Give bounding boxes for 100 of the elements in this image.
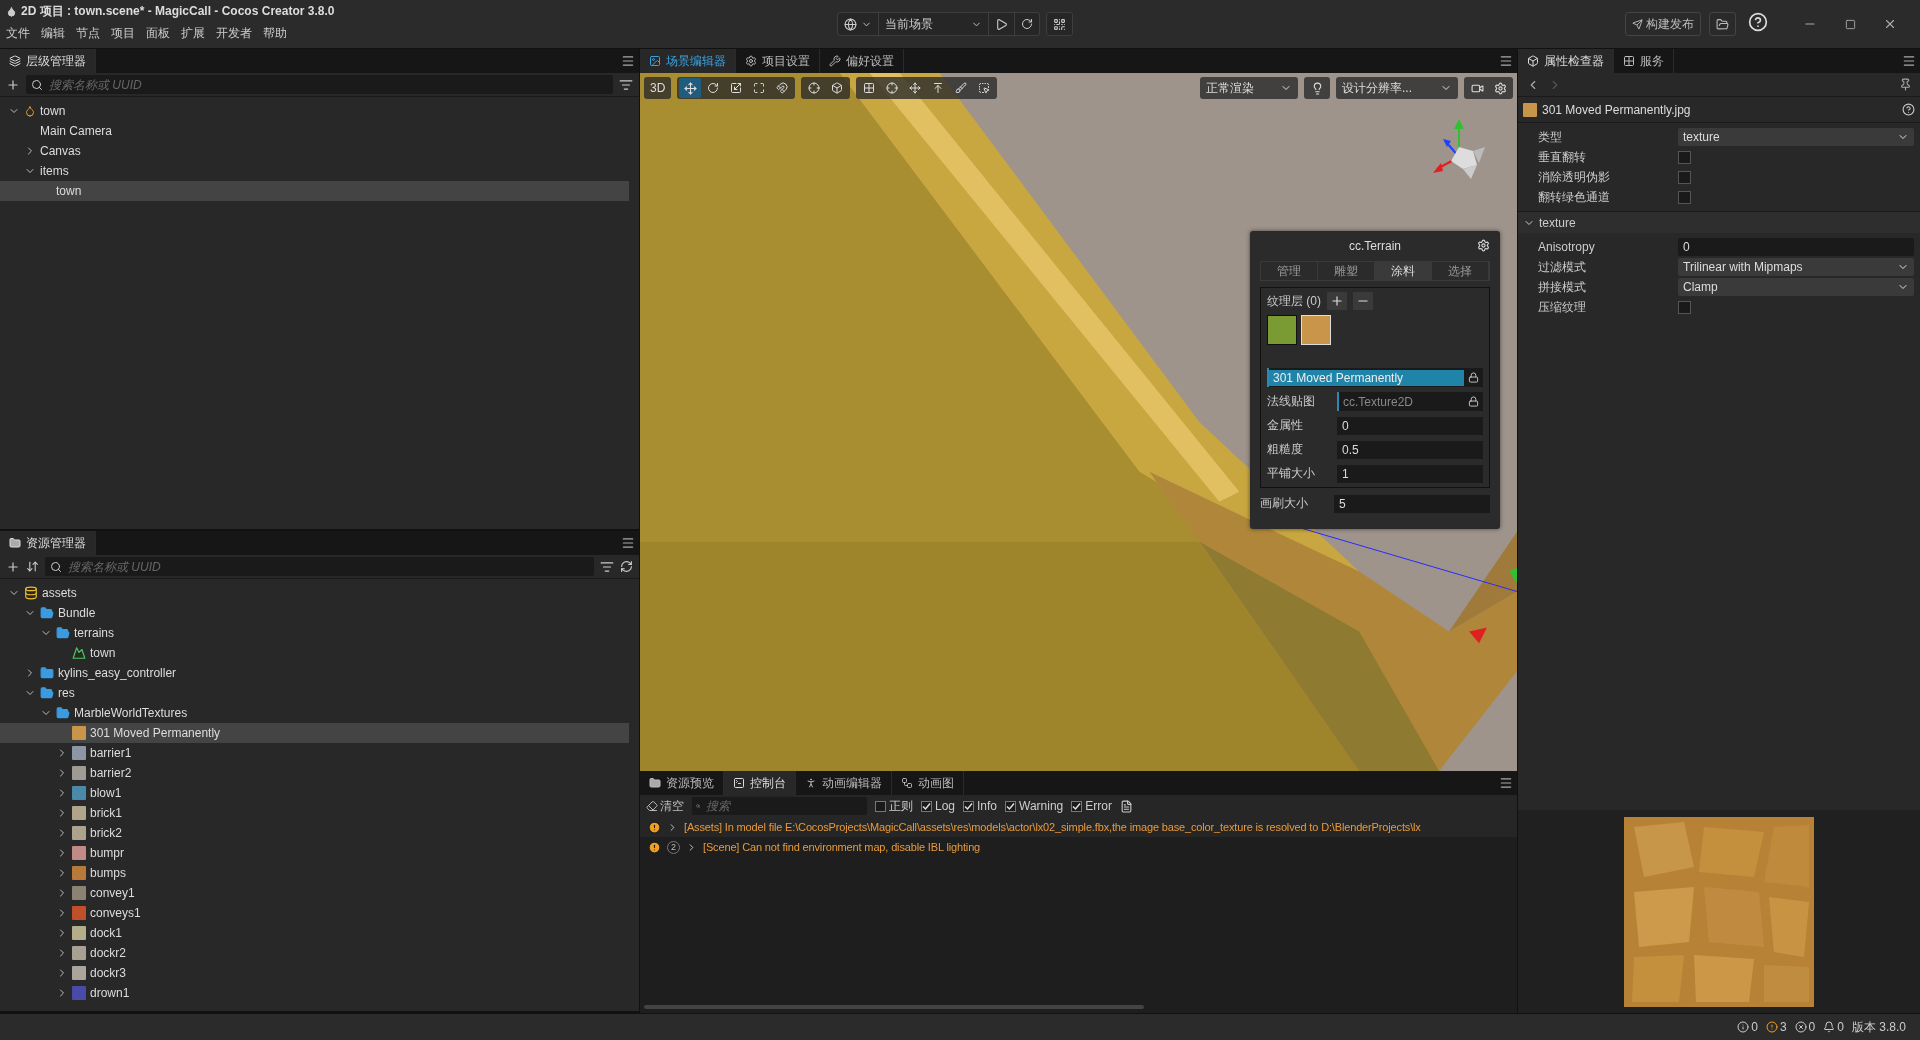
input-field[interactable]: 0.5 [1337,440,1483,459]
menu-item[interactable]: 开发者 [216,25,252,42]
terrain-tab[interactable]: 涂料 [1375,262,1432,280]
sort-icon[interactable] [619,77,633,92]
add-icon[interactable] [6,77,20,92]
panel-tab[interactable]: 控制台 [724,771,796,795]
checkbox[interactable] [1071,800,1083,812]
status-count[interactable]: 0 [1737,1020,1758,1034]
panel-tab[interactable]: 资源管理器 [0,531,96,555]
tree-item[interactable]: brick1 [0,803,629,823]
menu-icon [1499,776,1513,790]
tree-item[interactable]: bumps [0,863,629,883]
tree-item[interactable]: blow1 [0,783,629,803]
menu-item[interactable]: 编辑 [41,25,65,42]
tree-item[interactable]: town [0,181,629,201]
dropdown[interactable]: Clamp [1678,278,1914,296]
input-field[interactable]: 5 [1334,494,1490,513]
3d-toggle-button[interactable]: 3D [646,78,670,98]
menu-item[interactable]: 帮助 [263,25,287,42]
add-layer-button[interactable] [1327,292,1347,310]
status-count[interactable]: 0 [1823,1020,1844,1034]
tree-item[interactable]: res [0,683,629,703]
panel-tab[interactable]: 场景编辑器 [640,49,736,73]
tree-item[interactable]: town [0,101,629,121]
tree-item[interactable]: terrains [0,623,629,643]
log-file-icon[interactable] [1119,799,1133,813]
tree-item[interactable]: items [0,161,629,181]
property-label: 金属性 [1267,417,1304,434]
tree-item[interactable]: brick2 [0,823,629,843]
tree-item[interactable]: drown1 [0,983,629,1003]
tree-item[interactable]: 301 Moved Permanently [0,723,629,743]
brush-icon [955,82,968,94]
tree-item[interactable]: dock1 [0,923,629,943]
checkbox[interactable] [963,800,975,812]
qr-code-icon [1053,17,1066,31]
search-input[interactable]: 搜索 [704,798,863,814]
checkbox[interactable] [1678,170,1691,184]
database-icon [24,586,38,600]
checkbox[interactable] [1678,190,1691,204]
tree-item[interactable]: barrier1 [0,743,629,763]
input-field[interactable]: 0 [1337,416,1483,435]
render-mode-dropdown[interactable]: 正常渲染 [1202,78,1296,98]
tree-item[interactable]: MarbleWorldTextures [0,703,629,723]
wrench-icon [829,55,841,67]
checkbox[interactable] [1678,300,1691,314]
menu-item[interactable]: 扩展 [181,25,205,42]
tree-item[interactable]: conveys1 [0,903,629,923]
panel-tab[interactable]: 层级管理器 [0,49,96,73]
layers-label: 纹理层 (0) [1267,292,1321,310]
search-field[interactable]: 搜索 [692,797,867,815]
folder-icon [40,666,54,680]
checkbox[interactable] [875,800,886,812]
open-folder-button[interactable] [1709,12,1736,36]
input-field[interactable]: 0 [1678,238,1914,256]
section-header[interactable]: texture [1518,211,1920,233]
dropdown[interactable]: texture [1678,128,1914,146]
texture-field[interactable]: cc.Texture2D [1337,392,1483,411]
tree-item[interactable]: barrier2 [0,763,629,783]
menu-item[interactable]: 节点 [76,25,100,42]
tree-item[interactable]: assets [0,583,629,603]
status-count[interactable]: 0 [1794,1020,1816,1034]
tree-item[interactable]: kylins_easy_controller [0,663,629,683]
remove-layer-button[interactable] [1353,292,1373,310]
help-icon [1748,12,1768,32]
menu-item[interactable]: 面板 [146,25,170,42]
sort-icon[interactable] [26,560,39,573]
build-button[interactable]: 构建发布 [1625,12,1701,36]
dropdown[interactable]: Trilinear with Mipmaps [1678,258,1914,276]
clear-button[interactable]: 清空 [646,797,684,815]
checkbox[interactable] [1678,150,1691,164]
tree-item[interactable]: convey1 [0,883,629,903]
property-label: 压缩纹理 [1538,298,1587,316]
settings-icon[interactable] [1477,239,1490,252]
texture-name: cc.Texture2D [1342,393,1415,410]
tree-label: kylins_easy_controller [58,666,177,680]
texture-name: 301 Moved Permanently [1269,369,1464,386]
checkbox[interactable] [921,800,932,812]
tree-item[interactable]: town [0,643,629,663]
input-field[interactable]: 1 [1337,464,1483,483]
checkbox[interactable] [1005,800,1017,812]
texture-swatch[interactable] [1267,315,1297,345]
tree-item[interactable]: Canvas [0,141,629,161]
move-icon [683,81,697,95]
refresh-icon[interactable] [620,560,633,573]
move-tool-button[interactable] [679,78,702,98]
tree-item[interactable]: Main Camera [0,121,629,141]
panel-tab[interactable]: 属性检查器 [1518,49,1614,73]
add-icon[interactable] [6,559,20,574]
filter-icon[interactable] [600,559,614,574]
menu-item[interactable]: 项目 [111,25,135,42]
texture-field[interactable]: 301 Moved Permanently [1267,368,1483,387]
resolution-dropdown[interactable]: 设计分辨率... [1338,78,1456,98]
tree-item[interactable]: bumpr [0,843,629,863]
checkbox-label: Error [1085,799,1112,813]
tree-item[interactable]: dockr2 [0,943,629,963]
status-count[interactable]: 3 [1765,1020,1787,1034]
help-icon[interactable] [1902,103,1915,116]
menu-item[interactable]: 文件 [6,25,30,42]
tree-item[interactable]: Bundle [0,603,629,623]
tree-item[interactable]: dockr3 [0,963,629,983]
